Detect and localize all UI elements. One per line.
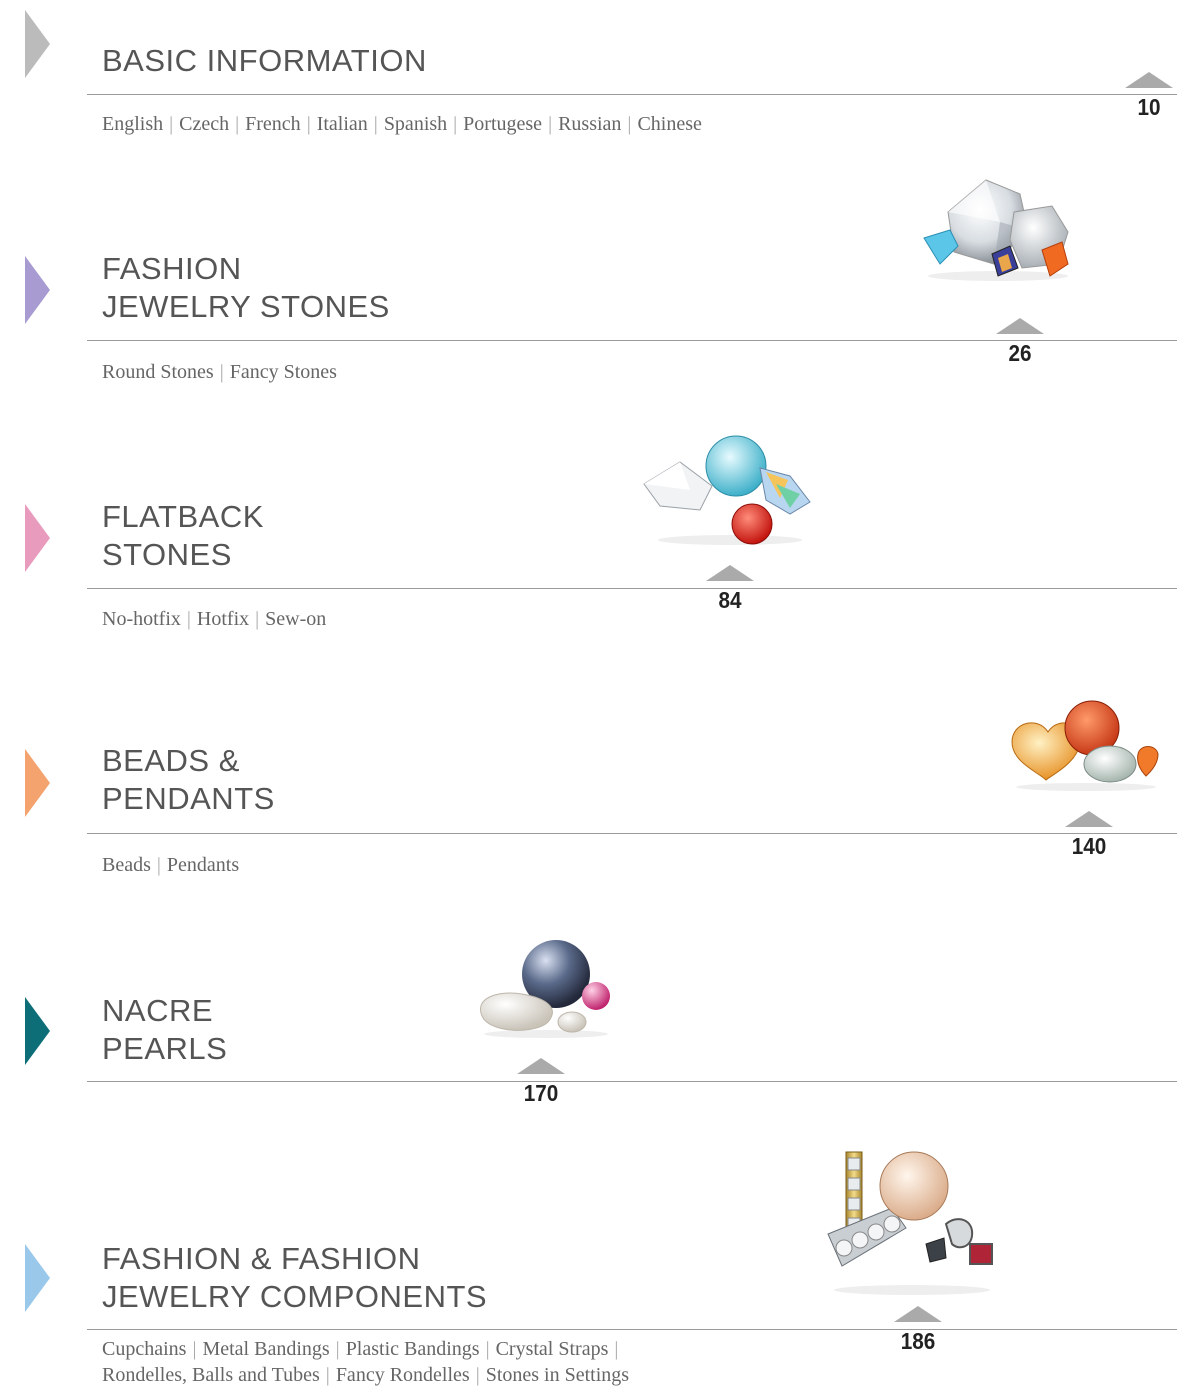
page-number: 186 [900,1328,936,1354]
section-divider [87,1329,1177,1330]
section-fashion-components: FASHION & FASHION JEWELRY COMPONENTS Cup… [0,0,1177,1387]
subsection-link[interactable]: Plastic Bandings [346,1338,480,1360]
section-title: FASHION & FASHION JEWELRY COMPONENTS [102,1240,487,1316]
page-marker[interactable]: 186 [894,1306,942,1355]
subsection-link[interactable]: Cupchains [102,1338,186,1360]
subsection-row: Rondelles, Balls and Tubes | Fancy Rondell… [102,1364,630,1386]
section-arrow-icon [25,1244,50,1312]
subsection-list: Cupchains | Metal Bandings | Plastic Banding… [102,1336,629,1388]
subsection-link[interactable]: Crystal Straps [496,1338,609,1360]
components-image [827,1151,993,1295]
subsection-row: Cupchains | Metal Bandings | Plastic Banding… [102,1338,619,1360]
subsection-link[interactable]: Rondelles, Balls and Tubes [102,1364,320,1386]
title-line: FASHION & FASHION [102,1241,421,1276]
title-line: JEWELRY COMPONENTS [102,1279,488,1314]
subsection-link[interactable]: Metal Bandings [202,1338,329,1360]
subsection-link[interactable]: Stones in Settings [486,1364,629,1386]
subsection-link[interactable]: Fancy Rondelles [336,1364,470,1386]
page-pointer-icon [894,1306,942,1322]
